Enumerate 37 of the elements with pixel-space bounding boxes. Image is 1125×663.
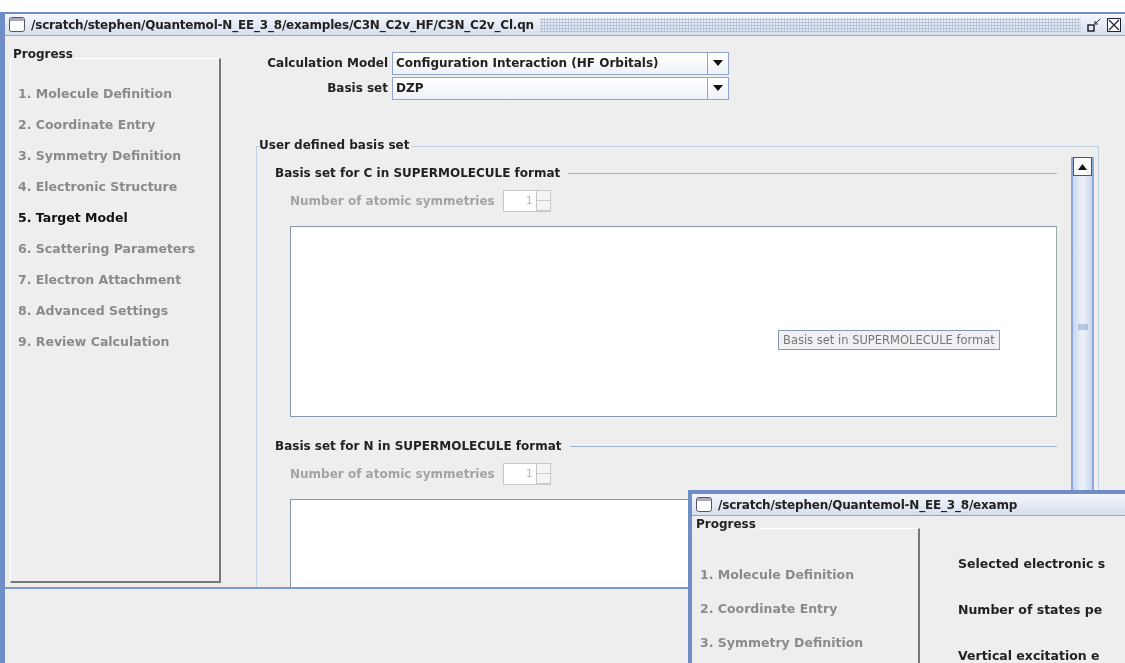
progress-step[interactable]: 6. Scattering Parameters [18, 241, 219, 256]
scroll-up-icon [1078, 163, 1087, 170]
field-label: Number of atomic symmetries [290, 467, 495, 481]
field-label: Selected electronic s [958, 556, 1106, 571]
panel-title: Progress [13, 47, 75, 61]
progress-step[interactable]: 3. Symmetry Definition [18, 148, 219, 163]
progress-step[interactable]: 1. Molecule Definition [18, 86, 219, 101]
progress-step[interactable]: 8. Advanced Settings [18, 303, 219, 318]
progress-step[interactable]: 2. Coordinate Entry [18, 117, 219, 132]
progress-step[interactable]: 7. Electron Attachment [18, 272, 219, 287]
progress-step[interactable]: 5. Target Model [18, 210, 219, 225]
progress-step[interactable]: 1. Molecule Definition [700, 567, 918, 582]
window-title: /scratch/stephen/Quantemol-N_EE_3_8/examp [718, 497, 1018, 512]
progress-step[interactable]: 9. Review Calculation [18, 334, 219, 349]
window-icon [9, 17, 25, 32]
window-icon [696, 497, 712, 512]
progress-step[interactable]: 4. Electronic Structure [18, 179, 219, 194]
calculation-model-dropdown[interactable]: Configuration Interaction (HF Orbitals) [392, 51, 729, 75]
section-title: Basis set for N in SUPERMOLECULE format [275, 439, 562, 453]
field-label: Number of states pe [958, 602, 1104, 617]
progress-step[interactable]: 2. Coordinate Entry [700, 601, 918, 616]
panel-title: Progress [696, 517, 758, 531]
close-icon[interactable] [1107, 17, 1121, 32]
tooltip: Basis set in SUPERMOLECULE format [778, 330, 1000, 350]
section-title: Basis set for C in SUPERMOLECULE format [275, 166, 561, 180]
scroll-grip-icon[interactable] [1077, 324, 1088, 330]
progress-step[interactable]: 3. Symmetry Definition [700, 635, 918, 650]
field-label: Calculation Model [266, 56, 388, 70]
group-title: User defined basis set [259, 138, 412, 152]
field-label: Basis set [326, 81, 388, 95]
window-title: /scratch/stephen/Quantemol-N_EE_3_8/examples/C3N_C2v_HF/C3N_C2v_Cl.qn [31, 17, 534, 32]
field-label: Vertical excitation e [958, 648, 1101, 663]
caret-icon [713, 85, 723, 91]
field-label: Number of atomic symmetries [290, 194, 495, 208]
caret-icon [713, 60, 723, 66]
basis-set-dropdown[interactable]: DZP [392, 76, 729, 100]
minimize-icon[interactable] [1087, 17, 1101, 32]
